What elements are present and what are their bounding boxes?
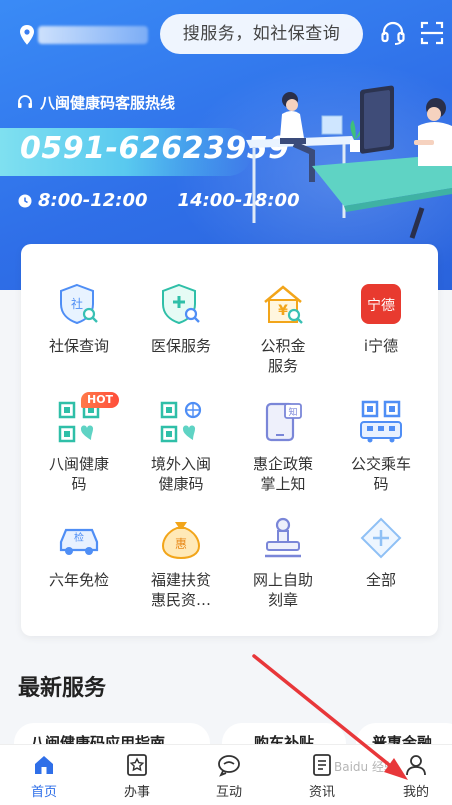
office-workers-illustration — [246, 85, 452, 239]
service-label: 八闽健康 码 — [48, 455, 109, 493]
top-bar: 搜服务，如社保查询 — [0, 0, 452, 68]
tab-label: 我的 — [402, 785, 429, 800]
hours-morning: 8:00-12:00 — [38, 190, 148, 211]
ningde-logo-icon: 宁德 — [361, 284, 401, 324]
tab-label: 办事 — [123, 785, 150, 800]
tab-label: 首页 — [30, 785, 57, 800]
social-security-shield-icon: 社 — [60, 283, 98, 325]
tab-label: 互动 — [215, 785, 242, 800]
stamp-icon — [265, 517, 301, 558]
service-label: 公积金 服务 — [260, 337, 306, 375]
service-medical-insurance[interactable]: 医保服务 — [131, 282, 231, 356]
scan-icon[interactable] — [420, 20, 444, 46]
hotline-title: 八闽健康码客服热线 — [16, 92, 175, 113]
service-poverty-alleviation[interactable]: 惠 福建扶贫 惠民资… — [131, 516, 231, 610]
service-bus-code[interactable]: 公交乘车 码 — [331, 400, 431, 494]
latest-services-title: 最新服务 — [18, 676, 107, 701]
svg-text:知: 知 — [288, 406, 297, 418]
tab-affairs[interactable]: 办事 — [107, 753, 167, 800]
search-input[interactable]: 搜服务，如社保查询 — [160, 14, 363, 54]
location-text-blurred[interactable] — [38, 26, 148, 44]
car-inspection-icon: 检 — [59, 528, 99, 555]
tab-interact[interactable]: 互动 — [199, 753, 259, 800]
svg-text:宁德: 宁德 — [367, 297, 395, 314]
service-label: 福建扶贫 惠民资… — [150, 571, 211, 609]
housing-fund-icon: ¥ — [264, 285, 303, 324]
hotline-title-text: 八闽健康码客服热线 — [40, 94, 176, 112]
user-icon — [406, 755, 426, 776]
news-icon — [313, 754, 331, 776]
service-label: 境外入闽 健康码 — [150, 455, 211, 493]
clock-icon — [18, 194, 32, 207]
hot-badge: HOT — [81, 392, 120, 408]
service-online-seal[interactable]: 网上自助 刻章 — [233, 516, 333, 610]
svg-text:社: 社 — [71, 296, 83, 311]
svg-text:惠: 惠 — [175, 537, 187, 551]
service-i-ningde[interactable]: 宁德 i宁德 — [331, 282, 431, 356]
tab-label: 资讯 — [308, 785, 335, 800]
all-diamond-icon — [360, 517, 402, 559]
service-enterprise-policy[interactable]: 知 惠企政策 掌上知 — [233, 400, 333, 494]
overseas-health-code-icon — [160, 401, 202, 443]
location-pin-icon[interactable] — [18, 24, 36, 46]
service-label: 六年免检 — [48, 571, 109, 589]
bus-code-icon — [360, 400, 402, 443]
baidu-watermark: Baidu 经验 — [334, 760, 396, 774]
service-social-security[interactable]: 社 社保查询 — [29, 282, 129, 356]
service-label: 医保服务 — [150, 337, 211, 355]
star-doc-icon — [127, 754, 147, 776]
service-label: 社保查询 — [48, 337, 109, 355]
service-label: 网上自助 刻章 — [252, 571, 313, 609]
headset-small-icon — [18, 94, 32, 108]
policy-phone-icon: 知 — [265, 402, 302, 442]
service-label: 惠企政策 掌上知 — [252, 455, 313, 493]
chat-icon — [218, 755, 240, 777]
headset-icon[interactable] — [380, 20, 406, 46]
svg-text:¥: ¥ — [278, 303, 288, 319]
service-six-year-exempt[interactable]: 检 六年免检 — [29, 516, 129, 590]
service-all[interactable]: 全部 — [331, 516, 431, 590]
service-label: 公交乘车 码 — [350, 455, 411, 493]
services-grid-card: 社 社保查询 医保服务 ¥ 公积金 服务 宁德 i宁德 HOT 八闽健康 码 境… — [21, 244, 438, 636]
service-overseas-health-code[interactable]: 境外入闽 健康码 — [131, 400, 231, 494]
service-housing-fund[interactable]: ¥ 公积金 服务 — [233, 282, 333, 376]
money-bag-icon: 惠 — [161, 522, 201, 560]
tab-home[interactable]: 首页 — [14, 753, 74, 800]
service-label: i宁德 — [363, 337, 399, 355]
service-health-code[interactable]: HOT 八闽健康 码 — [29, 392, 129, 494]
medical-insurance-shield-icon — [162, 283, 200, 325]
service-label: 全部 — [365, 571, 396, 589]
svg-text:检: 检 — [74, 531, 84, 544]
home-icon — [35, 756, 53, 774]
